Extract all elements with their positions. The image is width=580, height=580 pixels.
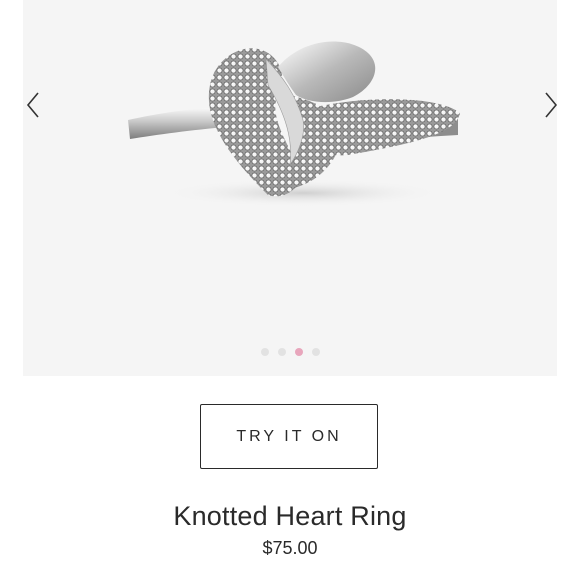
- try-it-on-button[interactable]: TRY IT ON: [200, 404, 378, 469]
- carousel-dot[interactable]: [311, 348, 320, 356]
- carousel-dot[interactable]: [260, 348, 269, 356]
- carousel-prev-button[interactable]: [23, 88, 45, 122]
- chevron-right-icon: [545, 92, 557, 118]
- product-image-carousel[interactable]: [23, 0, 557, 376]
- product-price: $75.00: [262, 538, 318, 558]
- product-page: TRY IT ON Knotted Heart Ring $75.00: [0, 0, 580, 580]
- carousel-pagination: [23, 348, 557, 356]
- chevron-left-icon: [26, 92, 39, 118]
- carousel-next-button[interactable]: [539, 88, 557, 122]
- product-title: Knotted Heart Ring: [173, 501, 407, 531]
- carousel-dot[interactable]: [277, 348, 286, 356]
- carousel-dot-active[interactable]: [294, 348, 303, 356]
- product-image: [128, 41, 460, 207]
